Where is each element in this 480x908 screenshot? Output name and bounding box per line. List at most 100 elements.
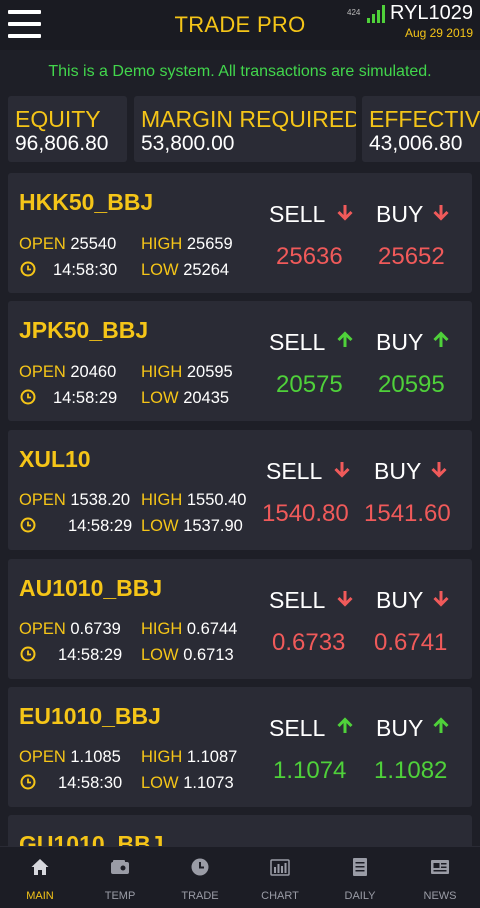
margin-required-value: 53,800.00 [141, 132, 235, 155]
home-icon [31, 859, 49, 875]
buy-label: BUY [374, 458, 422, 484]
low-label: LOW [141, 261, 179, 279]
quote-time: 14:58:30 [53, 261, 118, 279]
quote-symbol: JPK50_BBJ [19, 317, 149, 343]
open-value: 20460 [70, 363, 117, 381]
signal-strength-icon [367, 5, 385, 23]
high-label: HIGH [141, 363, 183, 381]
margin-required-label: MARGIN REQUIRED [141, 106, 356, 132]
quote-card-jpk50[interactable]: JPK50_BBJ OPEN 20460 HIGH 20595 14:58:29… [8, 301, 472, 421]
arrow-down-icon [431, 462, 447, 478]
quote-symbol: GU1010_BBJ [19, 831, 164, 846]
news-icon [431, 860, 449, 874]
arrow-up-icon [337, 331, 353, 347]
nav-news[interactable]: NEWS [400, 847, 480, 908]
open-label: OPEN [19, 620, 66, 638]
quote-time: 14:58:29 [58, 646, 123, 664]
demo-banner: This is a Demo system. All transactions … [48, 63, 432, 80]
high-label: HIGH [141, 491, 183, 509]
open-value: 25540 [70, 235, 117, 253]
header-date: Aug 29 2019 [404, 26, 473, 40]
clock-icon [20, 774, 36, 790]
high-value: 25659 [186, 235, 233, 253]
clock-icon [20, 389, 36, 405]
sell-label: SELL [269, 201, 326, 227]
effective-card: EFFECTIV 43,006.80 [362, 96, 480, 162]
arrow-up-icon [337, 717, 353, 733]
low-label: LOW [141, 774, 179, 792]
low-label: LOW [141, 517, 179, 535]
arrow-down-icon [337, 205, 353, 221]
quote-card-au1010[interactable]: AU1010_BBJ OPEN 0.6739 HIGH 0.6744 14:58… [8, 559, 472, 679]
sell-price[interactable]: 20575 [276, 371, 343, 399]
arrow-down-icon [433, 591, 449, 607]
quote-card-eu1010[interactable]: EU1010_BBJ OPEN 1.1085 HIGH 1.1087 14:58… [8, 687, 472, 807]
quote-time: 14:58:30 [58, 774, 123, 792]
sell-price[interactable]: 1.1074 [273, 757, 346, 785]
nav-temp[interactable]: TEMP [80, 847, 160, 908]
low-value: 25264 [183, 261, 230, 279]
document-icon [353, 858, 367, 876]
nav-trade[interactable]: TRADE [160, 847, 240, 908]
quote-symbol: EU1010_BBJ [19, 703, 161, 729]
sell-label: SELL [269, 587, 326, 613]
nav-label: CHART [261, 890, 299, 902]
buy-price[interactable]: 20595 [378, 371, 445, 399]
nav-label: DAILY [344, 890, 376, 902]
clock-icon [20, 646, 36, 662]
low-value: 20435 [183, 389, 230, 407]
arrow-up-icon [433, 331, 449, 347]
high-value: 20595 [186, 363, 233, 381]
sell-price[interactable]: 0.6733 [272, 629, 345, 657]
open-value: 0.6739 [70, 620, 121, 638]
buy-price[interactable]: 1.1082 [374, 757, 447, 785]
high-label: HIGH [141, 235, 183, 253]
sell-label: SELL [269, 715, 326, 741]
high-value: 0.6744 [186, 620, 238, 638]
sell-price[interactable]: 25636 [276, 243, 343, 271]
high-value: 1550.40 [186, 491, 247, 509]
sell-price[interactable]: 1540.80 [262, 500, 349, 528]
nav-main[interactable]: MAIN [0, 847, 80, 908]
margin-required-card: MARGIN REQUIRED 53,800.00 [134, 96, 356, 162]
arrow-down-icon [433, 205, 449, 221]
low-label: LOW [141, 389, 179, 407]
open-value: 1538.20 [70, 491, 131, 509]
open-value: 1.1085 [70, 748, 121, 766]
low-value: 1.1073 [183, 774, 234, 792]
clock-icon [20, 261, 36, 277]
open-label: OPEN [19, 363, 66, 381]
low-label: LOW [141, 646, 179, 664]
buy-label: BUY [376, 329, 424, 355]
quote-time: 14:58:29 [53, 389, 118, 407]
buy-price[interactable]: 0.6741 [374, 629, 447, 657]
buy-label: BUY [376, 715, 424, 741]
quote-symbol: HKK50_BBJ [19, 189, 154, 215]
wallet-icon [111, 860, 129, 874]
quote-time: 14:58:29 [68, 517, 133, 535]
low-value: 0.6713 [183, 646, 234, 664]
quote-card-xul10[interactable]: XUL10 OPEN 1538.20 HIGH 1550.40 14:58:29… [8, 430, 472, 550]
buy-price[interactable]: 25652 [378, 243, 445, 271]
quote-card-hkk50[interactable]: HKK50_BBJ OPEN 25540 HIGH 25659 14:58:30… [8, 173, 472, 293]
nav-chart[interactable]: CHART [240, 847, 320, 908]
signal-value: 424 [347, 8, 361, 17]
equity-label: EQUITY [15, 106, 101, 132]
equity-card: EQUITY 96,806.80 [8, 96, 127, 162]
quote-card-gu1010[interactable]: GU1010_BBJ [8, 815, 472, 846]
open-label: OPEN [19, 235, 66, 253]
buy-price[interactable]: 1541.60 [364, 500, 451, 528]
sell-label: SELL [269, 329, 326, 355]
quote-symbol: XUL10 [19, 446, 91, 472]
chart-icon [270, 859, 290, 876]
buy-label: BUY [376, 587, 424, 613]
nav-daily[interactable]: DAILY [320, 847, 400, 908]
arrow-down-icon [337, 591, 353, 607]
nav-label: NEWS [423, 890, 457, 902]
effective-value: 43,006.80 [369, 132, 463, 155]
high-label: HIGH [141, 748, 183, 766]
equity-value: 96,806.80 [15, 132, 109, 155]
app-header: TRADE PRO 424 RYL1029 Aug 29 2019 [0, 0, 480, 50]
high-value: 1.1087 [186, 748, 238, 766]
account-id[interactable]: RYL1029 [390, 2, 473, 25]
